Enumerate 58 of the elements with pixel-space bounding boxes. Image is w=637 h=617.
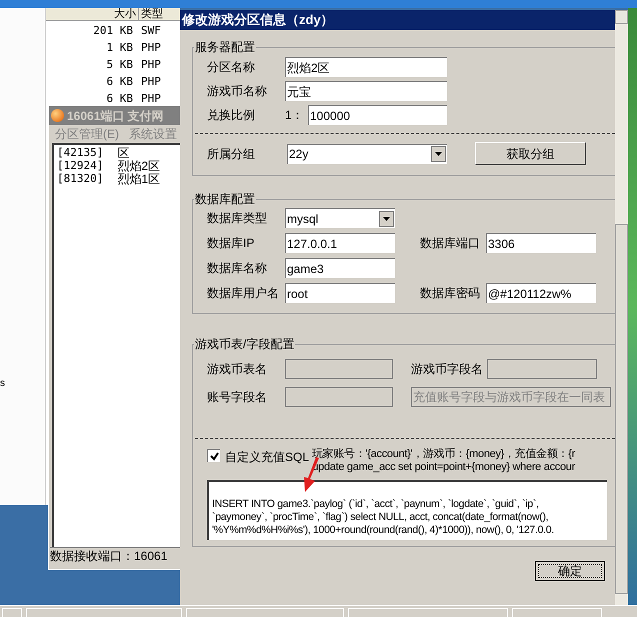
text-field[interactable]: 127.0.0.1 [285, 233, 395, 253]
field-label: 数据库密码 [420, 285, 481, 302]
table-cell-text: PHP [140, 57, 161, 74]
dropdown[interactable]: mysql [285, 208, 395, 228]
group-title: 数据库配置 [194, 191, 256, 208]
text-field[interactable]: 元宝 [285, 81, 447, 101]
text-field[interactable]: 100000 [308, 105, 447, 125]
taskbar-button[interactable] [348, 608, 508, 617]
ratio-prefix: 1： [285, 107, 305, 124]
table-cell-text: SWF [140, 23, 161, 40]
text-field[interactable]: root [285, 283, 395, 303]
field-label: 数据库名称 [207, 260, 268, 277]
field-label: 所属分组 [207, 146, 256, 162]
field-label: 游戏币字段名 [411, 361, 484, 378]
table-cell-text: 6 KB [106, 91, 134, 108]
text-field[interactable]: 烈焰2区 [285, 57, 447, 77]
window-title: 16061端口 支付网 [67, 108, 164, 124]
file-name-text: s [0, 379, 6, 389]
dropdown[interactable]: 22y [287, 144, 447, 164]
ok-button[interactable]: 确定 [535, 561, 605, 581]
column-header[interactable]: 大小 [92, 8, 139, 20]
table-cell-text: 6 KB [106, 74, 134, 90]
table-cell-text: 5 KB [106, 57, 134, 74]
checkbox-label[interactable]: 自定义充值SQL [225, 448, 307, 466]
fetch-group-button[interactable]: 获取分组 [475, 142, 586, 165]
field-label: 分区名称 [207, 59, 256, 76]
column-header[interactable]: 类型 [139, 8, 180, 20]
table-cell-text: 201 KB [92, 23, 134, 40]
orb-icon [51, 109, 64, 122]
checkbox[interactable] [207, 449, 220, 462]
table-cell-text: PHP [140, 40, 161, 56]
list-item[interactable]: [12924] 烈焰2区 [57, 159, 184, 172]
list-item[interactable]: [81320] 烈焰1区 [57, 172, 184, 185]
table-cell-text: 1 KB [106, 40, 134, 56]
list-item[interactable]: [42135] 区 [57, 146, 184, 159]
taskbar-button[interactable] [186, 608, 344, 617]
field-label: 数据库IP [207, 235, 256, 252]
hint-text: 玩家账号：'{account}'，游戏币：{money}，充值金额：{r [312, 448, 575, 461]
sql-text-area[interactable]: INSERT INTO game3.`paylog` (`id`, `acct`, `paynum`, `logdate`, `guid`, `ip`, `paymoney`, `procTime`, `flag`) select NULL, acct, concat(date_format(now(), '%Y%m%d%H%i%s'), 1000+round(round(rand(), 4)*1000)), now(), 0, '127.0.0. [207, 480, 607, 540]
group-title: 游戏币表/字段配置 [194, 336, 296, 353]
text-field[interactable]: @#120112zw% [486, 283, 596, 303]
field-label: 数据库端口 [420, 235, 481, 252]
field-label: 游戏币表名 [207, 361, 268, 378]
text-field[interactable]: game3 [285, 258, 395, 278]
taskbar-button[interactable] [2, 608, 22, 617]
taskbar-button[interactable] [26, 608, 182, 617]
taskbar-button[interactable] [512, 608, 602, 617]
scrollbar[interactable] [615, 10, 628, 605]
field-label: 账号字段名 [207, 389, 268, 406]
field-label: 兑换比例 [207, 107, 256, 124]
text-field[interactable]: 3306 [486, 233, 596, 253]
group-title: 服务器配置 [194, 39, 256, 56]
field-label: 游戏币名称 [207, 83, 268, 100]
field-label: 数据库用户名 [207, 285, 280, 302]
table-cell-text: PHP [140, 91, 161, 108]
window-title: 修改游戏分区信息（zdy） [180, 10, 615, 30]
table-cell-text: PHP [140, 74, 161, 90]
field-label: 数据库类型 [207, 210, 268, 227]
